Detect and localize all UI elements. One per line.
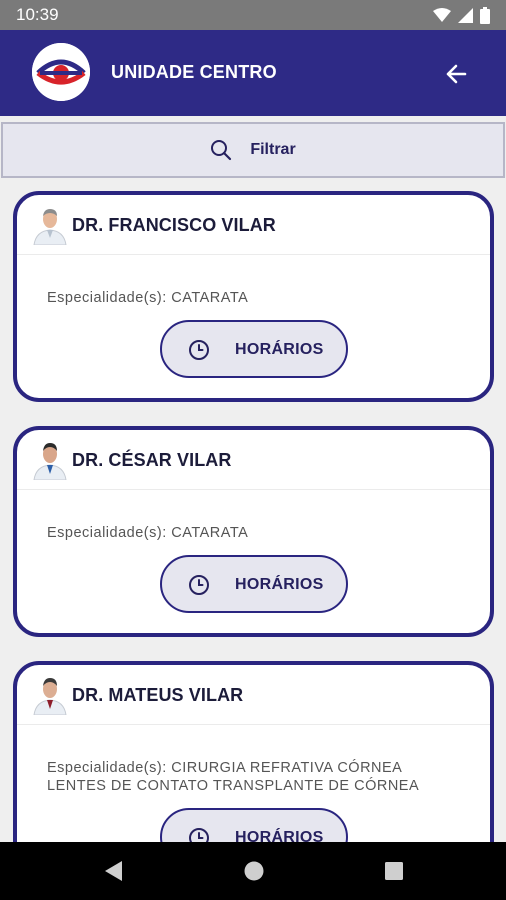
card-header: DR. CÉSAR VILAR [17, 430, 490, 490]
hours-button[interactable]: HORÁRIOS [160, 555, 348, 613]
signal-icon [458, 7, 473, 23]
wifi-icon [433, 8, 451, 22]
search-icon [211, 140, 232, 161]
back-button[interactable] [440, 58, 472, 90]
hours-button-label: HORÁRIOS [235, 576, 324, 593]
filter-button[interactable]: Filtrar [1, 122, 505, 178]
card-header: DR. FRANCISCO VILAR [17, 195, 490, 255]
doctor-name: DR. CÉSAR VILAR [72, 450, 232, 470]
circle-home-icon[interactable] [243, 859, 265, 883]
hours-button-label: HORÁRIOS [235, 341, 324, 358]
square-recents-icon[interactable] [383, 859, 405, 883]
status-icons [433, 6, 490, 24]
logo-icon [32, 43, 90, 101]
triangle-back-icon[interactable] [102, 859, 124, 883]
card-header: DR. MATEUS VILAR [17, 665, 490, 725]
arrow-left-icon [446, 64, 467, 84]
doctor-specialties: Especialidade(s): CATARATA [47, 525, 249, 541]
hours-button[interactable]: HORÁRIOS [160, 808, 348, 842]
hours-button-label: HORÁRIOS [235, 829, 324, 842]
page-title: UNIDADE CENTRO [111, 62, 277, 82]
clock-icon [189, 828, 209, 842]
hours-button[interactable]: HORÁRIOS [160, 320, 348, 378]
avatar [33, 678, 67, 715]
clock-icon [189, 340, 209, 360]
doctor-card: DR. MATEUS VILAR Especialidade(s): CIRUR… [13, 661, 494, 842]
doctor-name: DR. MATEUS VILAR [72, 685, 244, 705]
avatar [33, 443, 67, 480]
avatar [33, 209, 67, 245]
status-time: 10:39 [16, 5, 59, 24]
app-header: UNIDADE CENTRO [0, 30, 506, 116]
clock-icon [189, 575, 209, 595]
doctor-specialties: Especialidade(s): CIRURGIA REFRATIVA CÓR… [47, 760, 420, 794]
doctor-card: DR. FRANCISCO VILAR Especialidade(s): CA… [13, 191, 494, 402]
doctor-list: DR. FRANCISCO VILAR Especialidade(s): CA… [0, 186, 506, 842]
doctor-specialties: Especialidade(s): CATARATA [47, 290, 249, 306]
doctor-name: DR. FRANCISCO VILAR [72, 215, 276, 235]
battery-icon [480, 6, 490, 24]
filter-label: Filtrar [250, 141, 296, 158]
status-bar: 10:39 [0, 0, 506, 30]
doctor-card: DR. CÉSAR VILAR Especialidade(s): CATARA… [13, 426, 494, 637]
system-nav-bar [0, 842, 506, 900]
